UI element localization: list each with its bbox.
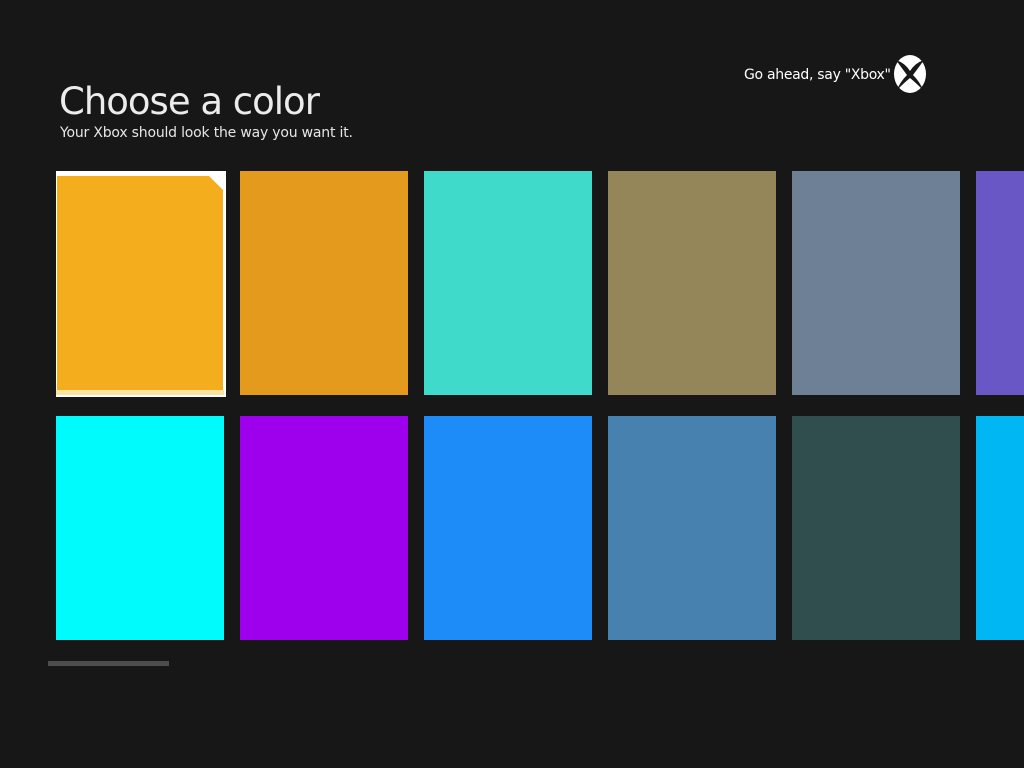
voice-hint-text: Go ahead, say "Xbox" [744,67,891,83]
header: Choose a color Your Xbox should look the… [59,80,353,141]
page-title: Choose a color [59,80,320,123]
color-tile[interactable] [424,416,592,640]
color-tile[interactable] [976,171,1024,395]
color-tile[interactable] [608,171,776,395]
color-picker-screen: Choose a color Your Xbox should look the… [0,0,1024,768]
color-tile[interactable] [792,416,960,640]
color-tile[interactable] [424,171,592,395]
color-tile[interactable] [240,416,408,640]
color-tile[interactable] [56,171,226,397]
color-tile[interactable] [976,416,1024,640]
color-tile[interactable] [608,416,776,640]
xbox-logo-icon [893,55,926,93]
horizontal-scrollbar[interactable] [48,661,169,666]
color-tile[interactable] [240,171,408,395]
color-tile-grid [56,171,1024,641]
color-tile[interactable] [56,416,224,640]
color-tile[interactable] [792,171,960,395]
page-subtitle: Your Xbox should look the way you want i… [60,125,353,141]
voice-hint: Go ahead, say "Xbox" [744,54,927,94]
selected-corner-icon [204,171,224,191]
